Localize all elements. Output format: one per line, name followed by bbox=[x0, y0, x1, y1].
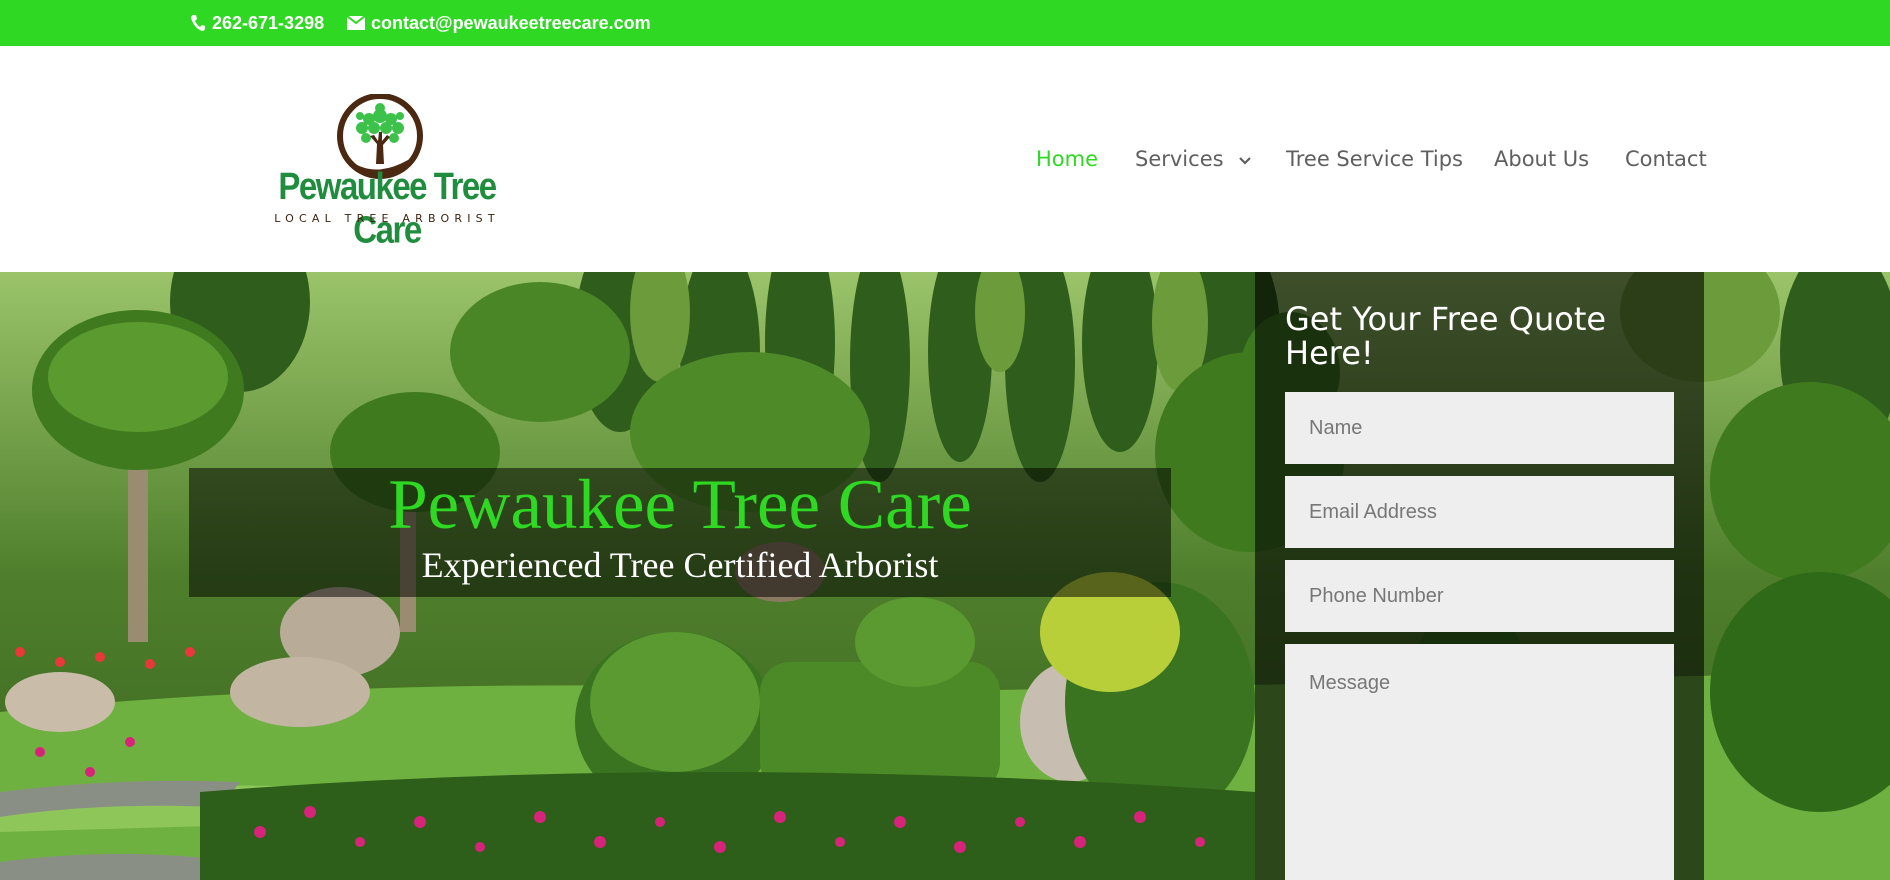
name-field[interactable]: Name bbox=[1285, 392, 1674, 464]
phone-link[interactable]: 262-671-3298 bbox=[190, 0, 324, 46]
nav-contact[interactable]: Contact bbox=[1625, 147, 1707, 171]
nav-tree-service-tips[interactable]: Tree Service Tips bbox=[1286, 147, 1463, 171]
hero-section: Pewaukee Tree Care Experienced Tree Cert… bbox=[0, 272, 1890, 880]
email-link[interactable]: contact@pewaukeetreecare.com bbox=[347, 0, 651, 46]
envelope-icon bbox=[347, 16, 365, 30]
logo-tagline: LOCAL TREE ARBORIST bbox=[274, 212, 500, 225]
email-address: contact@pewaukeetreecare.com bbox=[371, 12, 651, 33]
site-header: Pewaukee Tree Care LOCAL TREE ARBORIST H… bbox=[0, 46, 1890, 272]
phone-field[interactable]: Phone Number bbox=[1285, 560, 1674, 632]
phone-icon bbox=[191, 15, 205, 31]
site-logo[interactable]: Pewaukee Tree Care LOCAL TREE ARBORIST bbox=[266, 94, 508, 251]
nav-services-label: Services bbox=[1135, 147, 1224, 171]
nav-services[interactable]: Services bbox=[1135, 147, 1252, 171]
quote-form-panel: Get Your Free Quote Here! Name Email Add… bbox=[1255, 272, 1704, 880]
hero-title-box: Pewaukee Tree Care Experienced Tree Cert… bbox=[189, 466, 1171, 597]
chevron-down-icon bbox=[1239, 157, 1252, 165]
quote-form-heading: Get Your Free Quote Here! bbox=[1285, 300, 1607, 372]
hero-title: Pewaukee Tree Care bbox=[388, 466, 972, 544]
hero-subtitle: Experienced Tree Certified Arborist bbox=[421, 545, 939, 585]
logo-name: Pewaukee Tree Care bbox=[278, 164, 497, 251]
phone-number: 262-671-3298 bbox=[212, 12, 325, 33]
email-field[interactable]: Email Address bbox=[1285, 476, 1674, 548]
nav-about-us[interactable]: About Us bbox=[1494, 147, 1589, 171]
top-contact-bar: 262-671-3298 contact@pewaukeetreecare.co… bbox=[0, 0, 1890, 46]
nav-home[interactable]: Home bbox=[1036, 147, 1098, 171]
message-field[interactable]: Message bbox=[1285, 644, 1674, 880]
